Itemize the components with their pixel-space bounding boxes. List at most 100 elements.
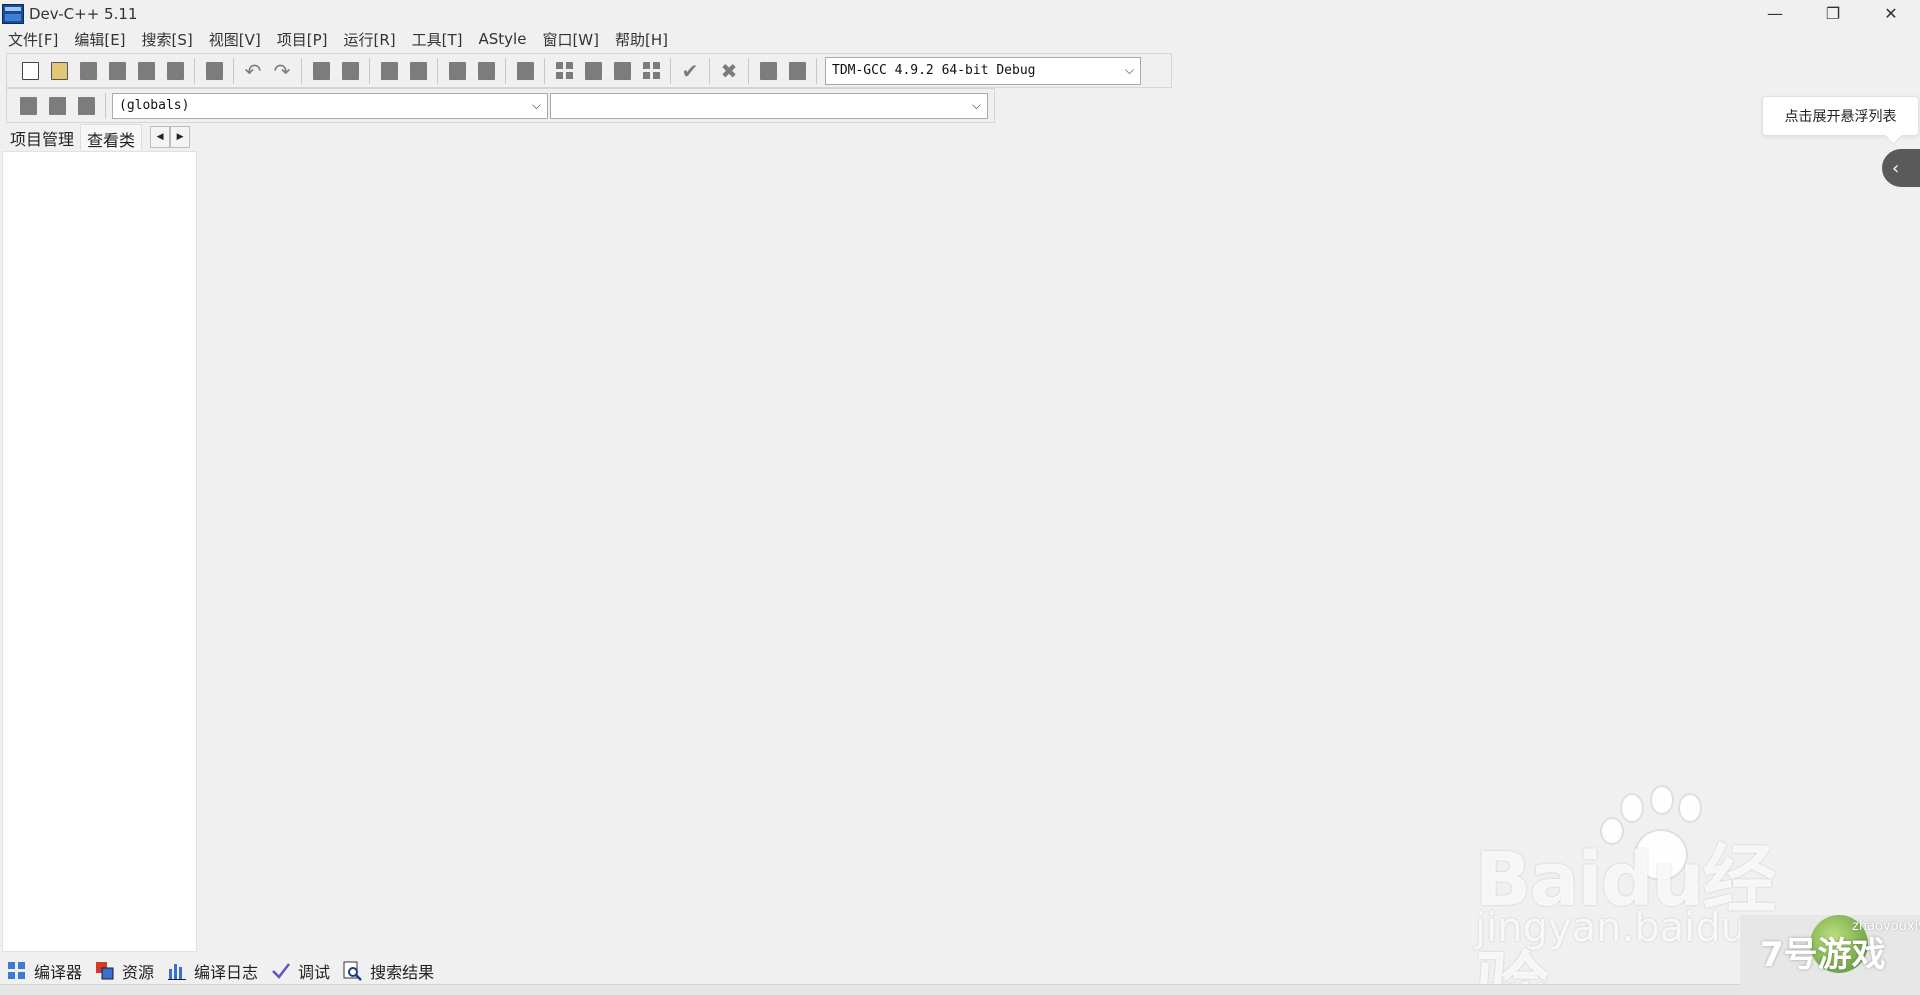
minimize-icon: —: [1767, 4, 1783, 23]
save-button[interactable]: [75, 58, 101, 84]
indent-button[interactable]: [444, 58, 470, 84]
toggle-bookmark-button[interactable]: [512, 58, 538, 84]
unindent-icon: [477, 61, 495, 80]
toggle-comment-button[interactable]: [73, 93, 99, 119]
tab-compile-log[interactable]: 编译日志: [166, 959, 258, 983]
tab-search-results-label: 搜索结果: [370, 963, 435, 982]
undo-button[interactable]: ↶: [240, 58, 266, 84]
menu-edit[interactable]: 编辑[E]: [70, 29, 133, 50]
menu-run[interactable]: 运行[R]: [339, 29, 403, 50]
rebuild-icon: [642, 61, 660, 80]
find-icon: [312, 61, 330, 80]
goto-bookmark-button[interactable]: [44, 93, 70, 119]
save-all-icon: [108, 61, 126, 80]
toolbar-separator: [194, 57, 195, 84]
app-icon: [2, 3, 24, 24]
tab-scroll-right-button[interactable]: ▶: [170, 126, 191, 148]
compile-run-button[interactable]: [609, 58, 635, 84]
tab-resources[interactable]: 资源: [94, 959, 154, 983]
menu-view[interactable]: 视图[V]: [205, 29, 269, 50]
menu-search[interactable]: 搜索[S]: [138, 29, 201, 50]
rebuild-button[interactable]: [638, 58, 664, 84]
find-next-button[interactable]: [376, 58, 402, 84]
class-select[interactable]: (globals) ⌵: [112, 92, 548, 119]
syntax-check-button[interactable]: ✔: [677, 58, 703, 84]
compiler-select-value: TDM-GCC 4.9.2 64-bit Debug: [832, 63, 1036, 78]
find-button[interactable]: [308, 58, 334, 84]
class-select-value: (globals): [119, 98, 190, 113]
close-button[interactable]: ✕: [1862, 0, 1920, 27]
tab-compiler-label: 编译器: [34, 963, 83, 982]
new-file-button[interactable]: [17, 58, 43, 84]
tab-search-results[interactable]: 搜索结果: [342, 959, 434, 983]
floating-list-toggle[interactable]: ‹: [1882, 149, 1920, 187]
toolbar-separator: [748, 57, 749, 84]
toolbar-separator: [301, 57, 302, 84]
save-icon: [79, 61, 97, 80]
tab-compiler[interactable]: 编译器: [6, 959, 82, 983]
toolbar-separator: [709, 57, 710, 84]
toolbar-separator: [233, 57, 234, 84]
tab-debug-label: 调试: [298, 963, 331, 982]
menu-help[interactable]: 帮助[H]: [611, 29, 676, 50]
floating-list-tooltip: 点击展开悬浮列表: [1762, 96, 1919, 136]
tab-class-browser[interactable]: 查看类: [80, 124, 143, 150]
search-icon: [342, 960, 364, 982]
main-toolbar: ↶ ↷ ✔ ✖ TDM-GCC 4.9.2 64-bit Debug ⌵: [6, 53, 1172, 88]
paw-toe-2: [1650, 785, 1674, 815]
restore-button[interactable]: ❐: [1804, 0, 1862, 27]
find-next-icon: [380, 61, 398, 80]
class-toolbar: (globals) ⌵ ⌵: [6, 88, 995, 123]
chevron-left-icon: ‹: [1892, 157, 1900, 179]
window-title: Dev-C++ 5.11: [29, 4, 138, 23]
menu-astyle[interactable]: AStyle: [475, 30, 535, 48]
member-select[interactable]: ⌵: [550, 92, 988, 119]
open-button[interactable]: [46, 58, 72, 84]
profile-button[interactable]: [784, 58, 810, 84]
stop-button[interactable]: ✖: [716, 58, 742, 84]
restore-icon: ❐: [1825, 4, 1841, 23]
replace-button[interactable]: [337, 58, 363, 84]
insert-icon: [19, 96, 37, 115]
save-all-button[interactable]: [104, 58, 130, 84]
menu-file[interactable]: 文件[F]: [4, 29, 66, 50]
tab-debug[interactable]: 调试: [270, 959, 330, 983]
goto-line-button[interactable]: [405, 58, 431, 84]
left-panel-tabs: 项目管理 查看类 ◀ ▶: [4, 124, 191, 150]
triangle-right-icon: ▶: [176, 132, 184, 142]
chevron-down-icon: ⌵: [971, 98, 981, 112]
menu-project[interactable]: 项目[P]: [273, 29, 336, 50]
compiler-select[interactable]: TDM-GCC 4.9.2 64-bit Debug ⌵: [825, 56, 1141, 85]
class-browser-panel[interactable]: [2, 151, 197, 952]
toolbar-separator: [505, 57, 506, 84]
paw-toe-1: [1620, 793, 1644, 823]
compile-button[interactable]: [551, 58, 577, 84]
toolbar-separator: [105, 92, 106, 119]
close-icon: ✕: [1884, 4, 1898, 23]
bottom-panel-tabs: 编译器 资源 编译日志 调试 搜索结果: [6, 957, 446, 985]
unindent-button[interactable]: [473, 58, 499, 84]
run-button[interactable]: [580, 58, 606, 84]
debug-button[interactable]: [755, 58, 781, 84]
status-bar: [0, 984, 1920, 995]
checkmark-icon: ✔: [681, 58, 699, 83]
close-all-button[interactable]: [162, 58, 188, 84]
grid-icon: [6, 960, 28, 982]
paw-toe-3: [1678, 793, 1702, 823]
menu-window[interactable]: 窗口[W]: [538, 29, 607, 50]
title-bar: Dev-C++ 5.11 — ❐ ✕: [0, 0, 1920, 27]
close-file-button[interactable]: [133, 58, 159, 84]
goto-bookmark-icon: [48, 96, 66, 115]
insert-button[interactable]: [15, 93, 41, 119]
redo-button[interactable]: ↷: [269, 58, 295, 84]
triangle-left-icon: ◀: [156, 132, 164, 142]
toolbar-separator: [816, 57, 817, 84]
print-button[interactable]: [201, 58, 227, 84]
toolbar-separator: [437, 57, 438, 84]
tab-project-manager[interactable]: 项目管理: [4, 124, 80, 150]
minimize-button[interactable]: —: [1746, 0, 1804, 27]
indent-icon: [448, 61, 466, 80]
menu-tools[interactable]: 工具[T]: [408, 29, 471, 50]
tab-scroll-left-button[interactable]: ◀: [150, 126, 171, 148]
tab-compile-log-label: 编译日志: [194, 963, 259, 982]
